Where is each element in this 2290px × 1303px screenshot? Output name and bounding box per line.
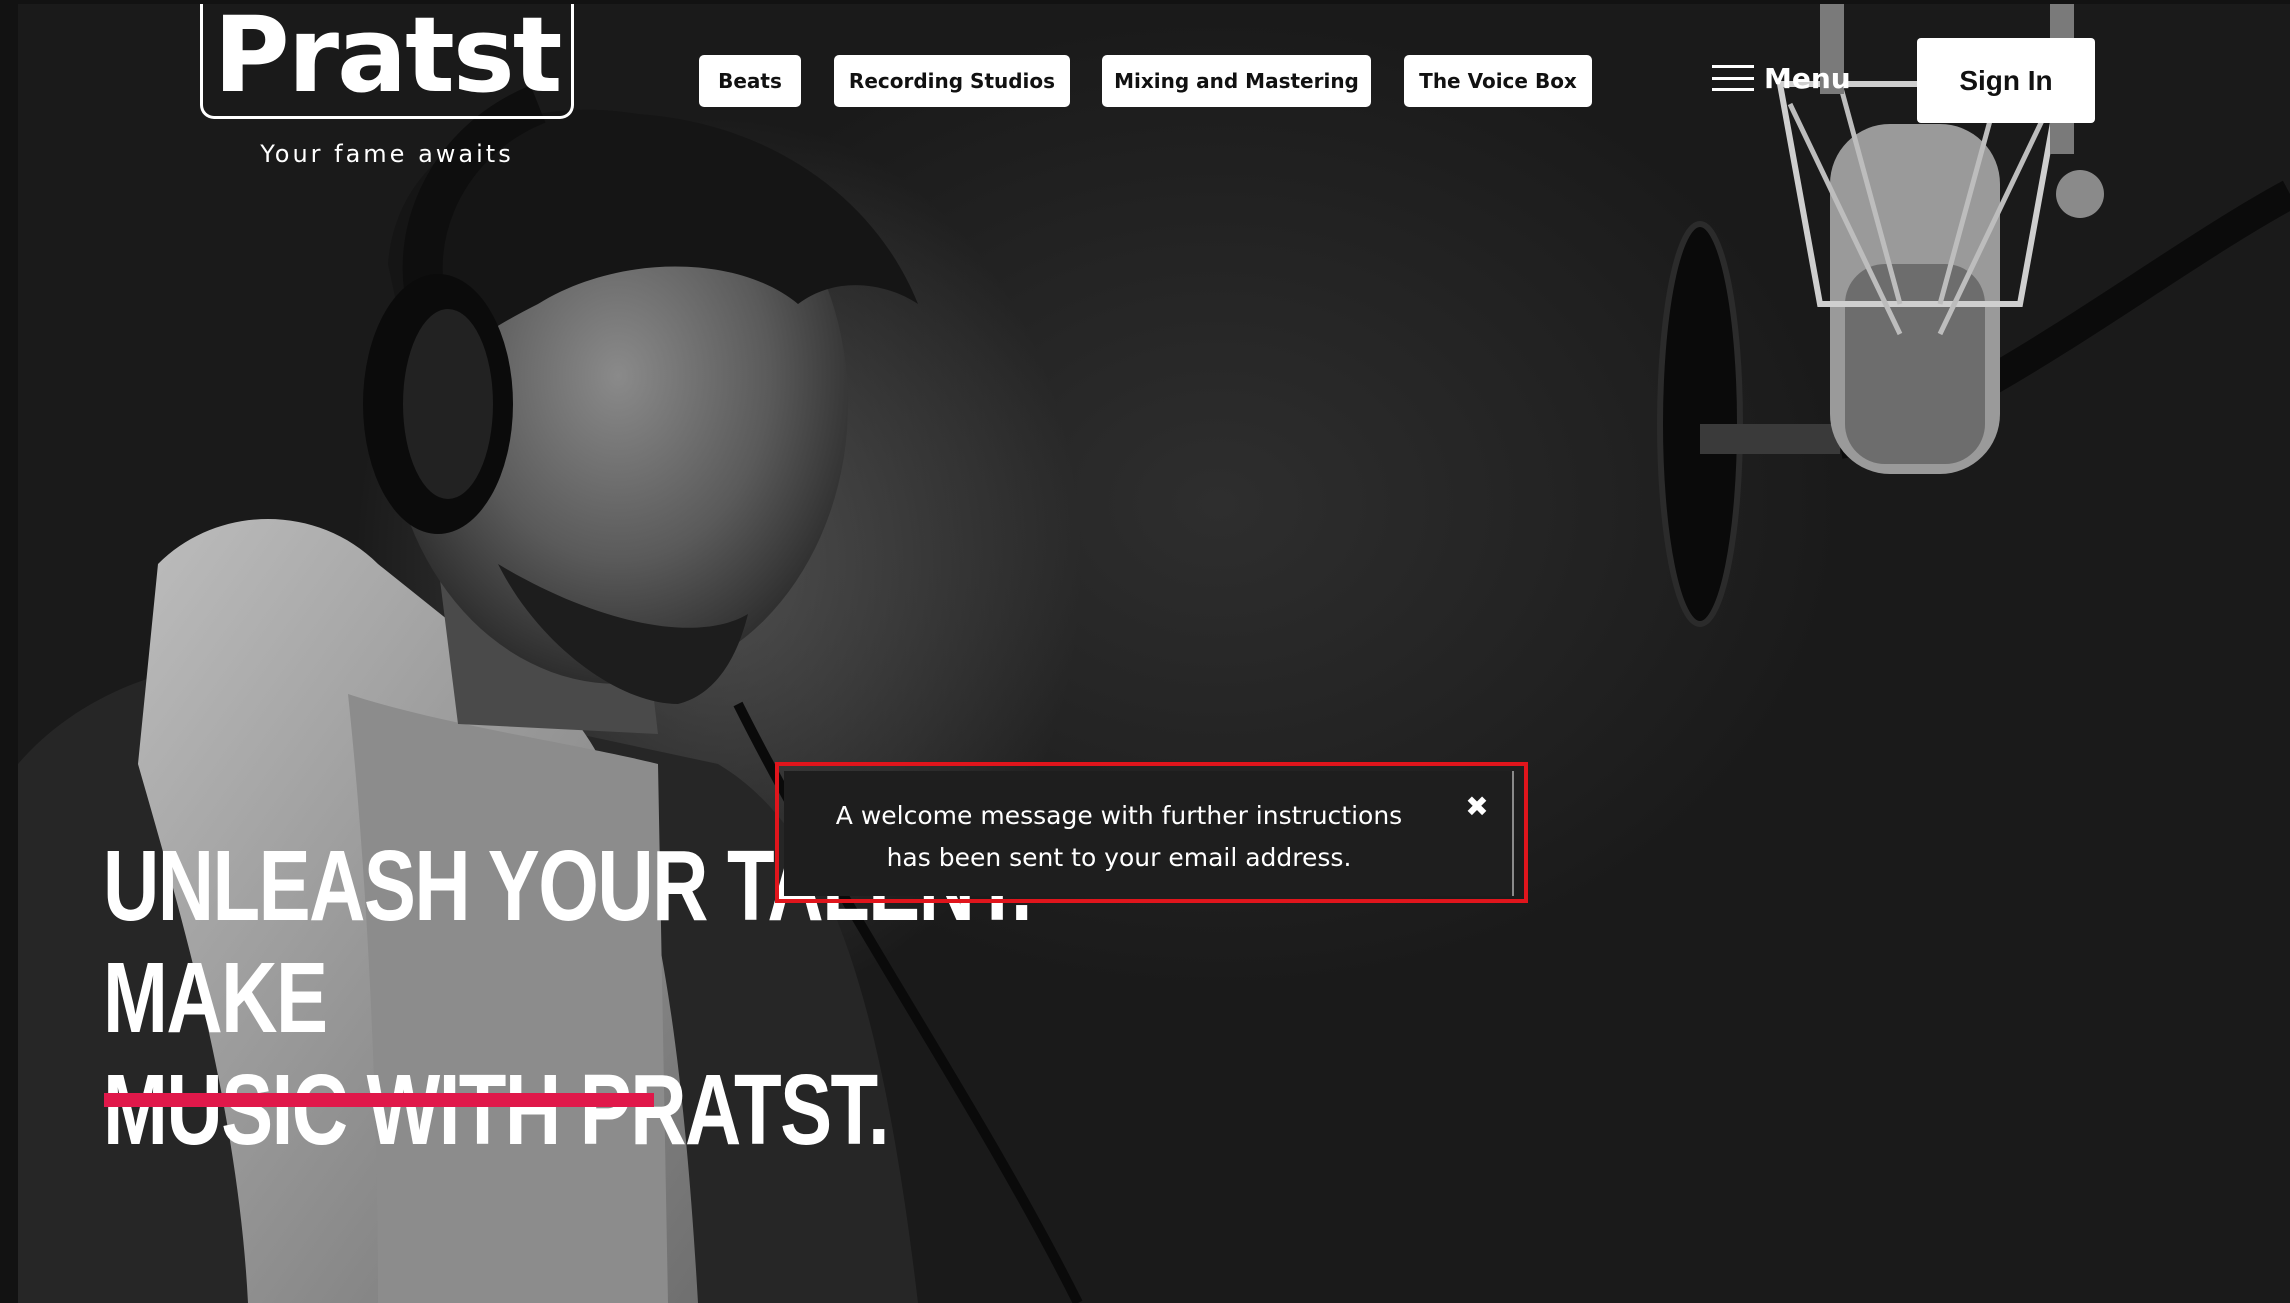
menu-label: Menu xyxy=(1764,61,1851,95)
notification-message: A welcome message with further instructi… xyxy=(784,795,1454,879)
nav-beats-button[interactable]: Beats xyxy=(699,55,801,107)
hero-accent-bar xyxy=(104,1093,654,1107)
close-icon[interactable]: ✖ xyxy=(1462,790,1492,823)
nav-recording-studios-button[interactable]: Recording Studios xyxy=(834,55,1070,107)
nav-mixing-mastering-button[interactable]: Mixing and Mastering xyxy=(1102,55,1371,107)
site-tagline: Your fame awaits xyxy=(260,140,514,168)
menu-toggle-button[interactable]: Menu xyxy=(1712,58,1851,98)
page: Pratst Your fame awaits Beats Recording … xyxy=(0,0,2290,1303)
hero-headline-line-2: music with Pratst. xyxy=(103,1054,890,1166)
notification-line-2: has been sent to your email address. xyxy=(886,843,1352,872)
welcome-notification: A welcome message with further instructi… xyxy=(784,771,1514,896)
hamburger-icon xyxy=(1712,65,1754,91)
notification-line-1: A welcome message with further instructi… xyxy=(835,801,1403,830)
logo-text: Pratst xyxy=(213,0,562,116)
page-left-edge xyxy=(0,0,18,1303)
sign-in-button[interactable]: Sign In xyxy=(1917,38,2095,123)
site-logo[interactable]: Pratst xyxy=(200,0,574,119)
nav-voice-box-button[interactable]: The Voice Box xyxy=(1404,55,1592,107)
